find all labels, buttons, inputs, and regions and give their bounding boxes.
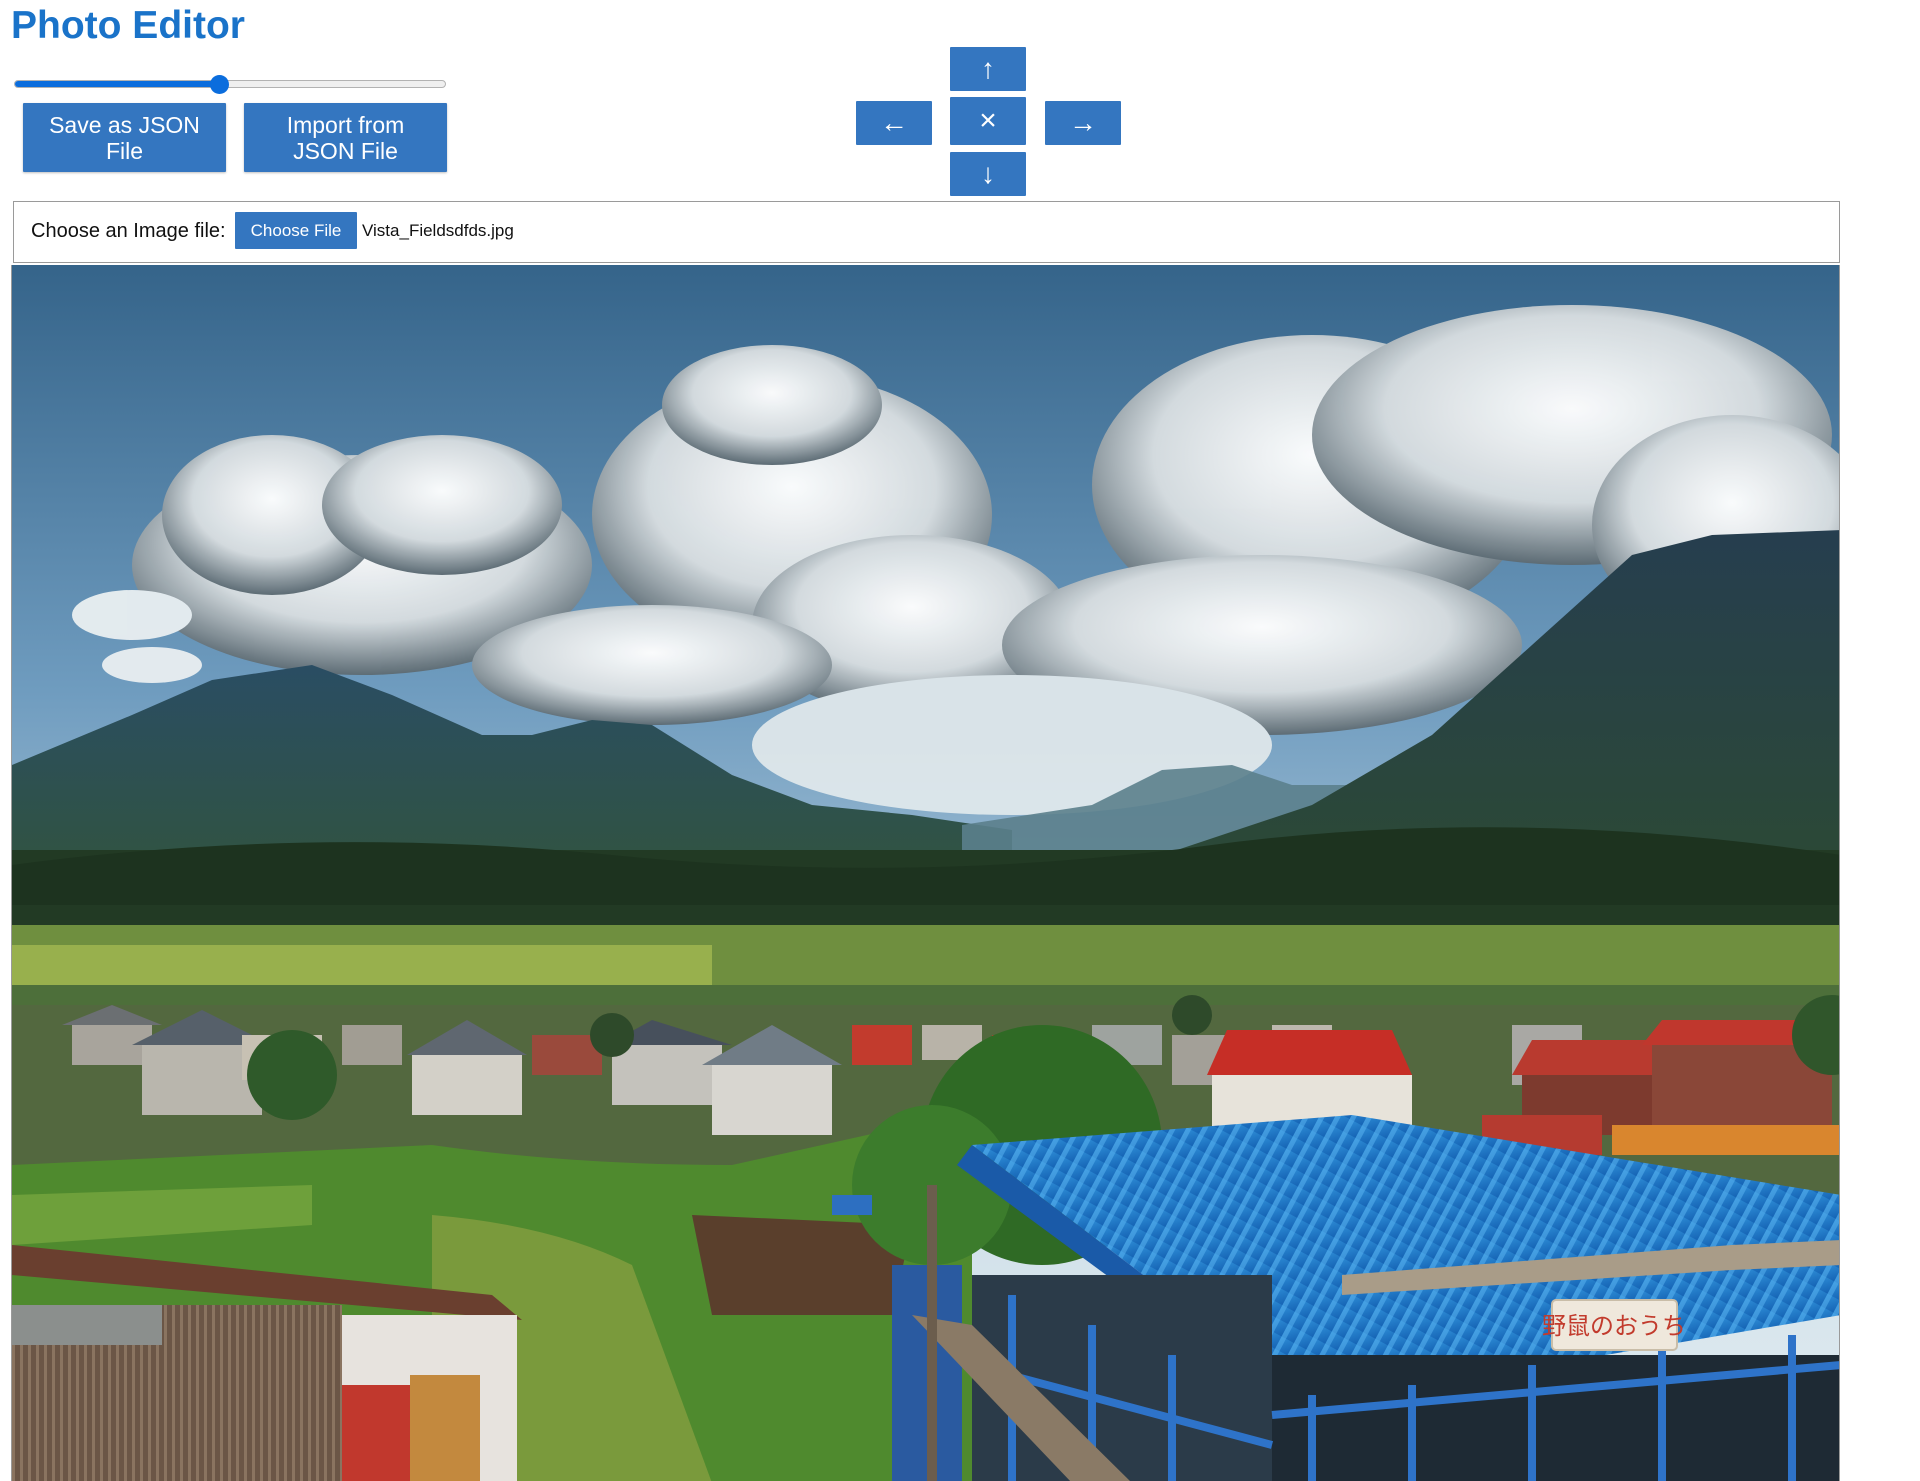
pan-up-button[interactable]: ↑: [950, 47, 1026, 91]
page-title: Photo Editor: [11, 4, 245, 47]
reset-position-button[interactable]: ×: [950, 97, 1026, 145]
file-input-panel: Choose an Image file: Choose File Vista_…: [13, 201, 1840, 263]
slider-fill: [15, 81, 220, 87]
import-json-button[interactable]: Import from JSON File: [244, 103, 447, 172]
image-canvas[interactable]: 野鼠のおうち: [11, 265, 1840, 1481]
file-input-label: Choose an Image file:: [31, 220, 226, 242]
slider-thumb[interactable]: [210, 75, 230, 94]
choose-file-button[interactable]: Choose File: [235, 212, 357, 249]
slider-track[interactable]: [14, 80, 446, 88]
pan-left-button[interactable]: ←: [856, 101, 932, 145]
sign-text: 野鼠のおうち: [1542, 1312, 1686, 1340]
selected-file-name: Vista_Fieldsdfds.jpg: [362, 221, 514, 240]
zoom-slider[interactable]: [14, 74, 446, 94]
pan-right-button[interactable]: →: [1045, 101, 1121, 145]
save-json-button[interactable]: Save as JSON File: [23, 103, 226, 172]
landscape-photo: 野鼠のおうち: [12, 265, 1839, 1481]
photo-editor-app: Photo Editor Save as JSON File Import fr…: [0, 0, 1920, 1481]
pan-down-button[interactable]: ↓: [950, 152, 1026, 196]
